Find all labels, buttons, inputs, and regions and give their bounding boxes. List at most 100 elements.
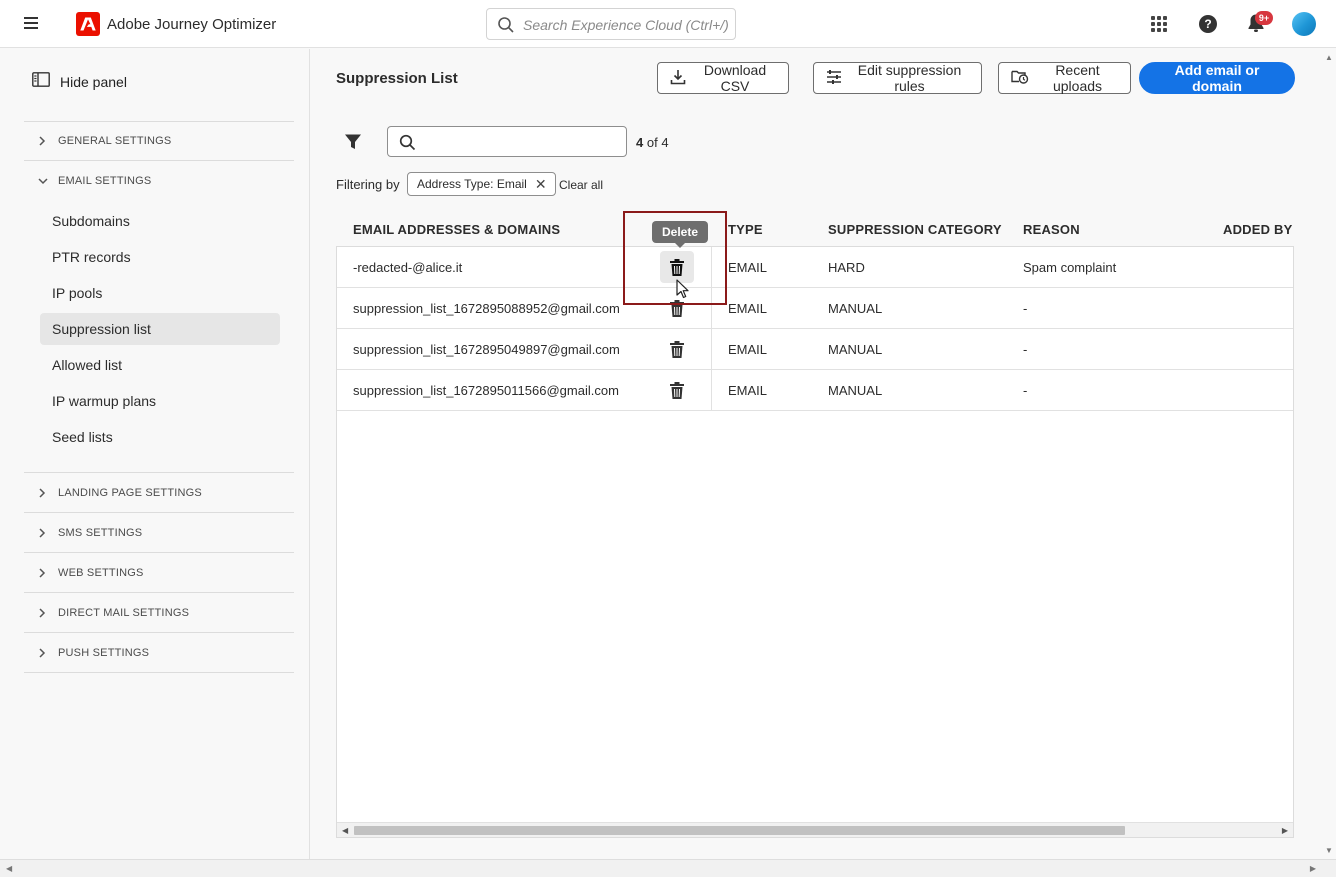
scrollbar-thumb[interactable]: [354, 826, 1125, 835]
cell-address: suppression_list_1672895088952@gmail.com: [353, 301, 620, 316]
column-header-address[interactable]: EMAIL ADDRESSES & DOMAINS: [353, 222, 560, 237]
sidebar-item-allowed-list[interactable]: Allowed list: [40, 349, 280, 381]
sidebar-section-push-settings[interactable]: PUSH SETTINGS: [24, 633, 294, 673]
edit-suppression-rules-button[interactable]: Edit suppression rules: [813, 62, 982, 94]
scroll-left-arrow-icon[interactable]: ◀: [6, 864, 12, 873]
search-icon: [399, 134, 416, 156]
section-label: LANDING PAGE SETTINGS: [58, 486, 202, 499]
section-label: EMAIL SETTINGS: [58, 175, 152, 187]
cell-reason: -: [1023, 383, 1028, 398]
column-header-type[interactable]: TYPE: [728, 222, 763, 237]
sidebar-section-direct-mail-settings[interactable]: DIRECT MAIL SETTINGS: [24, 593, 294, 633]
recent-uploads-button[interactable]: Recent uploads: [998, 62, 1131, 94]
folder-clock-icon: [1011, 69, 1029, 87]
chevron-right-icon: [24, 607, 58, 618]
cell-category: MANUAL: [828, 383, 883, 398]
cell-category: HARD: [828, 260, 865, 275]
sidebar-section-landing-page-settings[interactable]: LANDING PAGE SETTINGS: [24, 473, 294, 513]
scroll-right-arrow-icon[interactable]: ▶: [1310, 864, 1316, 873]
sliders-icon: [826, 69, 842, 87]
cell-type: EMAIL: [728, 383, 768, 398]
column-divider: [711, 329, 712, 370]
hide-panel-label: Hide panel: [60, 74, 127, 90]
chevron-right-icon: [24, 487, 58, 498]
horizontal-scrollbar[interactable]: ◀ ▶: [337, 822, 1293, 837]
chevron-right-icon: [24, 136, 58, 146]
sidebar-item-subdomains[interactable]: Subdomains: [40, 205, 280, 237]
section-label: DIRECT MAIL SETTINGS: [58, 606, 190, 619]
sidebar: Hide panel GENERAL SETTINGS EMAIL SETTIN…: [0, 49, 310, 859]
cell-type: EMAIL: [728, 342, 768, 357]
avatar[interactable]: [1292, 12, 1316, 36]
app-title[interactable]: Adobe Journey Optimizer: [107, 16, 276, 33]
scroll-down-arrow-icon[interactable]: ▼: [1325, 846, 1333, 855]
table-row[interactable]: suppression_list_1672895011566@gmail.com…: [337, 370, 1293, 411]
cell-address: suppression_list_1672895049897@gmail.com: [353, 342, 620, 357]
search-placeholder: Search Experience Cloud (Ctrl+/): [523, 17, 729, 33]
sidebar-section-web-settings[interactable]: WEB SETTINGS: [24, 553, 294, 593]
filtering-by-label: Filtering by: [336, 177, 400, 192]
filter-icon[interactable]: [344, 133, 362, 156]
add-email-or-domain-button[interactable]: Add email or domain: [1139, 62, 1295, 94]
cell-address: suppression_list_1672895011566@gmail.com: [353, 383, 619, 398]
global-search-input[interactable]: Search Experience Cloud (Ctrl+/): [486, 8, 736, 40]
close-icon[interactable]: ✕: [535, 176, 547, 193]
filter-chip-label: Address Type: Email: [417, 177, 527, 191]
sidebar-section-email-settings[interactable]: EMAIL SETTINGS: [24, 161, 294, 201]
trash-icon[interactable]: [669, 382, 685, 399]
table-row[interactable]: suppression_list_1672895088952@gmail.com…: [337, 288, 1293, 329]
section-label: GENERAL SETTINGS: [58, 135, 172, 147]
search-icon: [497, 16, 515, 39]
cell-type: EMAIL: [728, 260, 768, 275]
section-label: SMS SETTINGS: [58, 526, 143, 539]
scroll-up-arrow-icon[interactable]: ▲: [1325, 53, 1333, 62]
help-icon[interactable]: ?: [1199, 15, 1217, 33]
cell-reason: Spam complaint: [1023, 260, 1117, 275]
result-count: 4 of 4: [636, 135, 669, 150]
button-label: Add email or domain: [1174, 62, 1260, 94]
sidebar-item-ip-warmup-plans[interactable]: IP warmup plans: [40, 385, 280, 417]
apps-grid-icon[interactable]: [1151, 16, 1167, 32]
column-divider: [711, 370, 712, 411]
sidebar-item-seed-lists[interactable]: Seed lists: [40, 421, 280, 453]
top-bar: Adobe Journey Optimizer Search Experienc…: [0, 0, 1336, 48]
clear-all-link[interactable]: Clear all: [559, 178, 603, 192]
scroll-right-arrow-icon[interactable]: ▶: [1282, 826, 1288, 835]
annotation-highlight-box: [623, 211, 727, 305]
mouse-cursor-icon: [676, 279, 689, 304]
sidebar-item-suppression-list[interactable]: Suppression list: [40, 313, 280, 345]
download-icon: [670, 69, 686, 88]
notification-badge: 9+: [1255, 11, 1273, 25]
scroll-left-arrow-icon[interactable]: ◀: [342, 826, 348, 835]
chevron-down-icon: [24, 177, 58, 185]
column-header-reason[interactable]: REASON: [1023, 222, 1080, 237]
page-horizontal-scrollbar[interactable]: ◀ ▶: [0, 859, 1336, 877]
table-search-input[interactable]: [387, 126, 627, 157]
button-label: Recent uploads: [1052, 62, 1103, 94]
adobe-logo-icon[interactable]: [76, 12, 100, 36]
download-csv-button[interactable]: Download CSV: [657, 62, 789, 94]
count-current: 4: [636, 135, 644, 150]
panel-icon: [32, 72, 50, 92]
chevron-right-icon: [24, 647, 58, 658]
vertical-scrollbar[interactable]: ▲ ▼: [1321, 49, 1336, 859]
count-total: of 4: [646, 135, 669, 150]
column-header-added-by[interactable]: ADDED BY: [1223, 222, 1293, 237]
cell-reason: -: [1023, 342, 1028, 357]
sidebar-section-general-settings[interactable]: GENERAL SETTINGS: [24, 121, 294, 161]
hamburger-icon[interactable]: [24, 17, 38, 29]
hide-panel-button[interactable]: Hide panel: [32, 72, 127, 92]
cell-address: -redacted-@alice.it: [353, 260, 463, 275]
filter-chip[interactable]: Address Type: Email ✕: [407, 172, 556, 196]
sidebar-item-ptr-records[interactable]: PTR records: [40, 241, 280, 273]
sidebar-section-sms-settings[interactable]: SMS SETTINGS: [24, 513, 294, 553]
chevron-right-icon: [24, 567, 58, 578]
column-header-suppression-category[interactable]: SUPPRESSION CATEGORY: [828, 222, 1002, 237]
section-label: PUSH SETTINGS: [58, 646, 150, 659]
sidebar-item-ip-pools[interactable]: IP pools: [40, 277, 280, 309]
table-row[interactable]: suppression_list_1672895049897@gmail.com…: [337, 329, 1293, 370]
trash-icon[interactable]: [669, 341, 685, 358]
table-row[interactable]: -redacted-@alice.it EMAIL HARD Spam comp…: [337, 247, 1293, 288]
cell-type: EMAIL: [728, 301, 768, 316]
page-title: Suppression List: [336, 70, 458, 87]
